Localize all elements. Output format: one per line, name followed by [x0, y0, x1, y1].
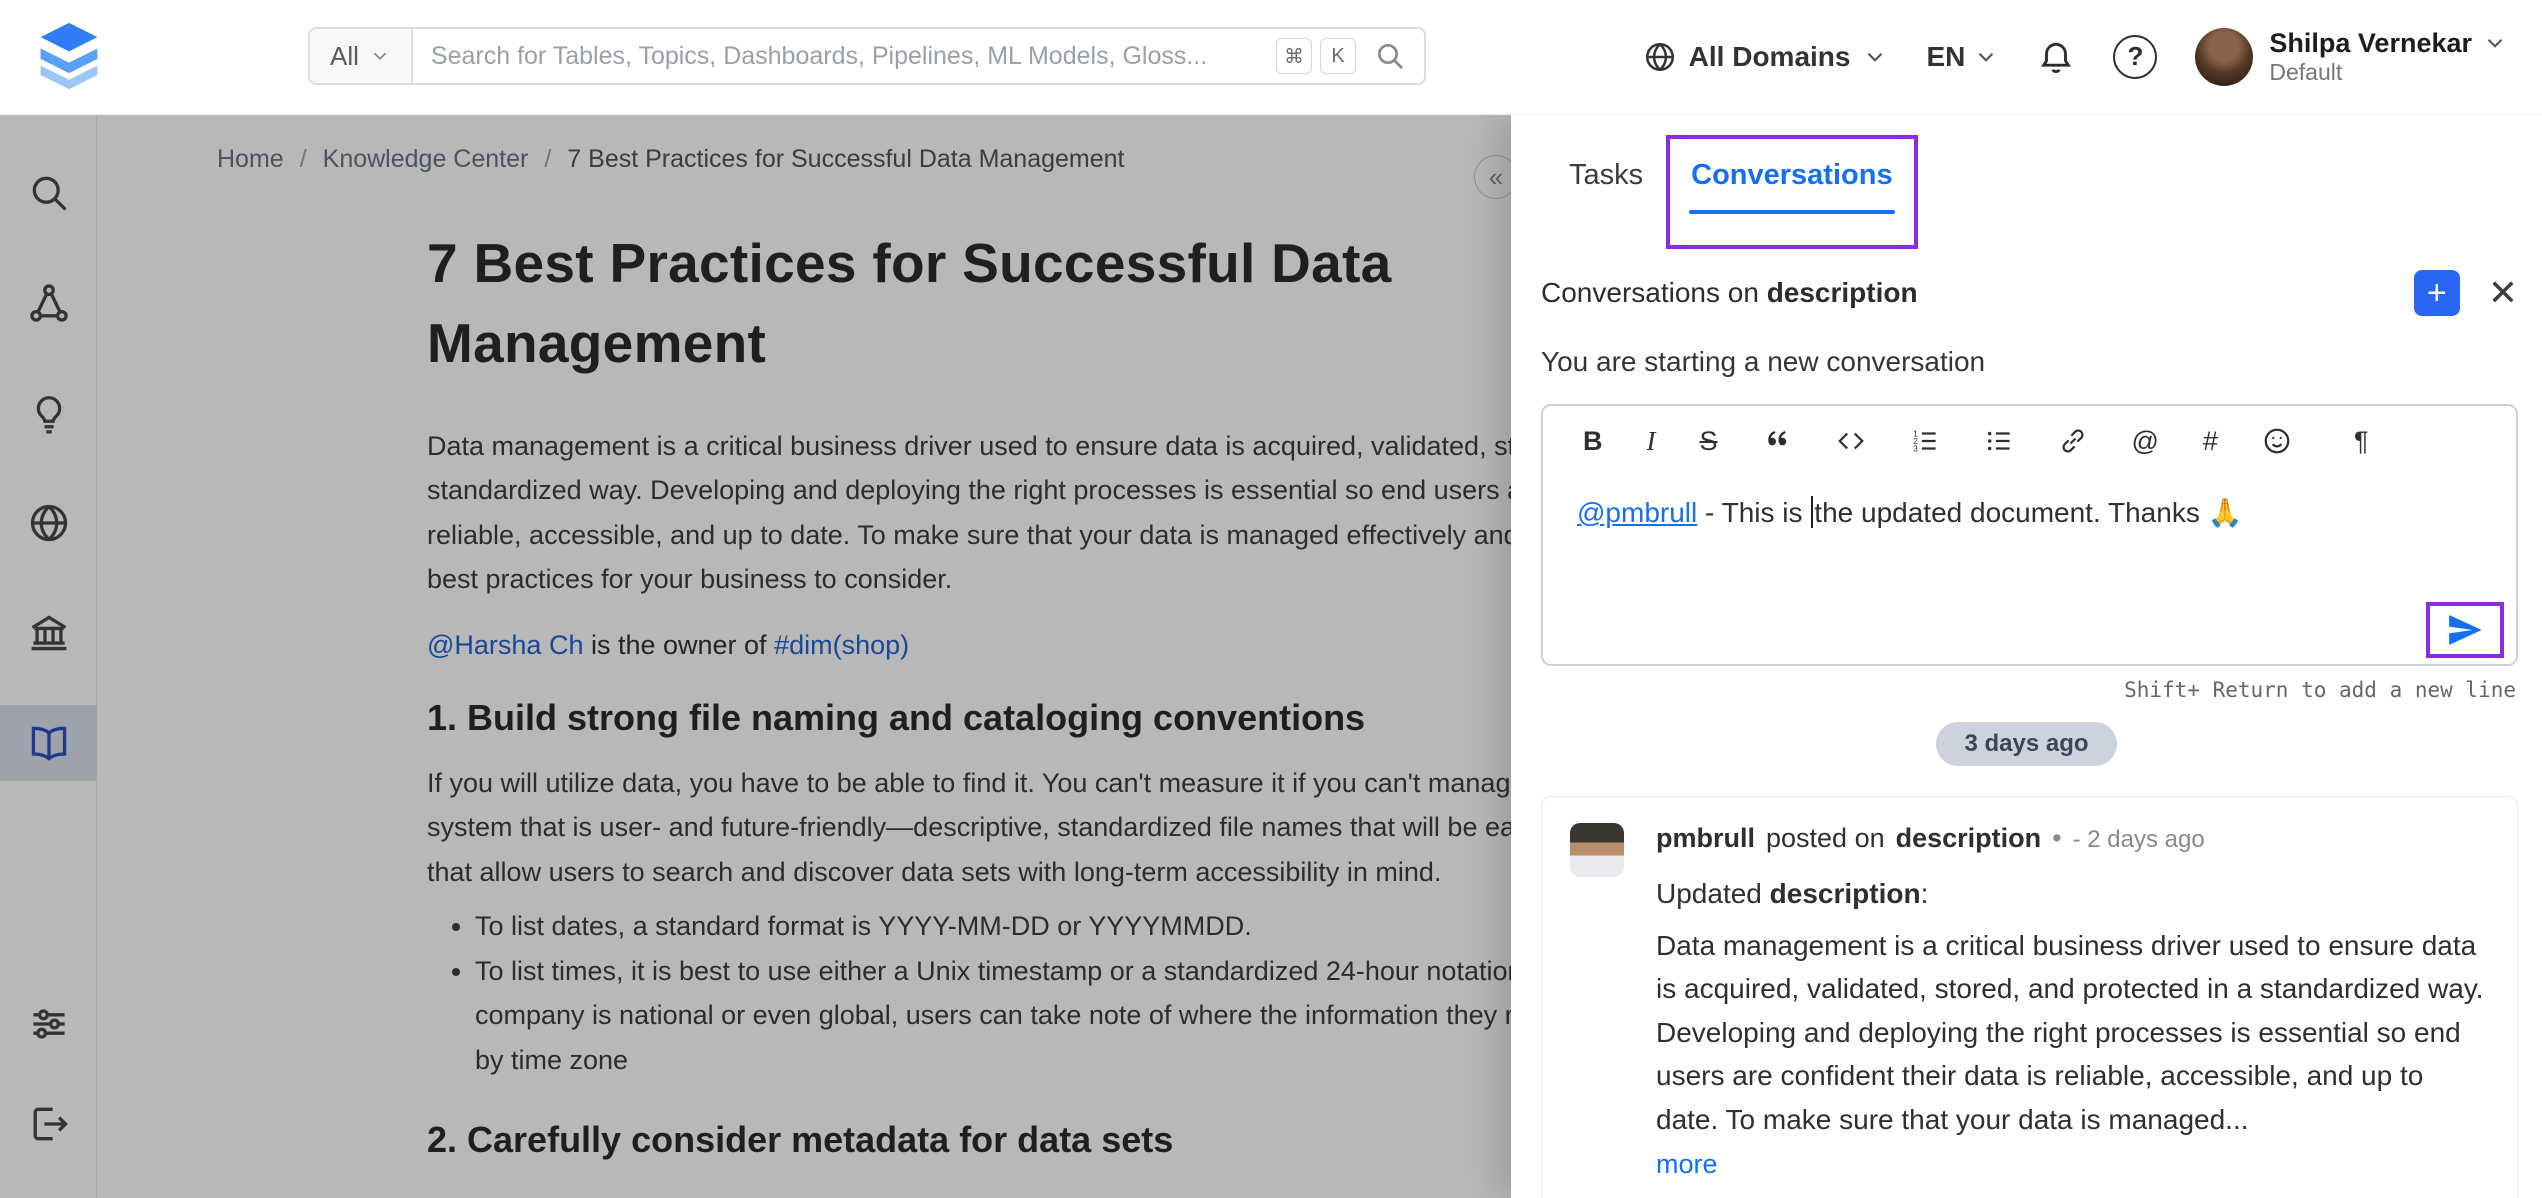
feed-item[interactable]: pmbrull posted on description • - 2 days… [1541, 796, 2518, 1198]
feed-update-line: Updated description: [1656, 878, 2489, 910]
feed-meta: pmbrull posted on description • - 2 days… [1656, 823, 2489, 854]
editor-toolbar: B I S 123 [1543, 406, 2516, 456]
top-header: All ⌘ K All Domains EN ? [0, 0, 2542, 115]
emoji-icon[interactable] [2262, 426, 2292, 456]
tab-conversations[interactable]: Conversations [1691, 159, 1892, 208]
add-conversation-button[interactable]: + [2414, 270, 2460, 316]
more-link[interactable]: more [1656, 1149, 1718, 1180]
header-actions: All Domains EN ? Shilpa Vernekar Default [1643, 27, 2542, 87]
activity-panel: Tasks Conversations Conversations on des… [1511, 115, 2542, 1198]
panel-tabs: Tasks Conversations [1511, 115, 2542, 208]
help-button[interactable]: ? [2113, 35, 2157, 79]
user-team: Default [2269, 59, 2508, 87]
bold-icon[interactable]: B [1583, 428, 1603, 455]
cmd-keycap: ⌘ [1276, 38, 1312, 74]
tab-tasks[interactable]: Tasks [1569, 159, 1643, 208]
panel-title-field: description [1767, 277, 1918, 308]
blockquote-icon[interactable] [1762, 426, 1792, 456]
pmbrull-avatar [1570, 823, 1624, 877]
message-editor[interactable]: B I S 123 [1541, 404, 2518, 666]
plus-icon: + [2427, 276, 2447, 310]
language-selector[interactable]: EN [1926, 41, 1999, 73]
app-root: All ⌘ K All Domains EN ? [0, 0, 2542, 1198]
feed-author[interactable]: pmbrull [1656, 823, 1755, 854]
italic-icon[interactable]: I [1647, 428, 1656, 455]
editor-hint: Shift+ Return to add a new line [1511, 678, 2516, 702]
bullet-list-icon[interactable] [1984, 426, 2014, 456]
feed-action: posted on [1766, 823, 1885, 854]
k-keycap: K [1320, 38, 1356, 74]
help-icon: ? [2127, 41, 2143, 72]
domains-selector[interactable]: All Domains [1643, 40, 1889, 74]
strikethrough-icon[interactable]: S [1700, 428, 1718, 455]
notifications-bell-icon[interactable] [2037, 38, 2075, 76]
panel-title: Conversations on description [1541, 277, 1918, 309]
search-icon[interactable] [1374, 40, 1406, 72]
feed-field: description [1896, 823, 2042, 854]
panel-header-row: Conversations on description + ✕ [1541, 270, 2518, 316]
ordered-list-icon[interactable]: 123 [1910, 426, 1940, 456]
time-separator: 3 days ago [1511, 722, 2542, 766]
svg-text:3: 3 [1913, 444, 1918, 453]
close-panel-button[interactable]: ✕ [2488, 272, 2518, 314]
send-button[interactable] [2445, 610, 2485, 650]
chevron-down-icon [369, 45, 391, 67]
globe-icon [1643, 40, 1677, 74]
domains-label: All Domains [1689, 41, 1851, 73]
language-label: EN [1926, 41, 1965, 73]
search-input[interactable] [413, 42, 1276, 71]
annotation-box-send [2426, 602, 2504, 658]
link-icon[interactable] [2058, 426, 2088, 456]
panel-title-prefix: Conversations on [1541, 277, 1767, 308]
time-separator-pill: 3 days ago [1936, 722, 2116, 766]
chevron-down-icon [1862, 44, 1888, 70]
chevron-down-icon [1973, 44, 1999, 70]
user-info: Shilpa Vernekar Default [2269, 27, 2508, 87]
workspace: Home / Knowledge Center / 7 Best Practic… [0, 115, 2542, 1198]
new-conversation-note: You are starting a new conversation [1541, 346, 2518, 378]
user-avatar [2195, 28, 2253, 86]
global-search: All ⌘ K [308, 27, 1426, 85]
feed-dot: • [2052, 823, 2061, 854]
close-icon: ✕ [2488, 272, 2518, 313]
text-cursor [1811, 496, 1813, 528]
paragraph-icon[interactable]: ¶ [2354, 428, 2369, 455]
user-menu[interactable]: Shilpa Vernekar Default [2195, 27, 2508, 87]
feed-update-prefix: Updated [1656, 878, 1770, 909]
mention-icon[interactable]: @ [2132, 428, 2159, 455]
editor-text[interactable]: @pmbrull - This is the updated document.… [1543, 456, 2516, 529]
editor-message-after: the updated document. Thanks 🙏 [1814, 497, 2242, 528]
search-scope-dropdown[interactable]: All [310, 29, 413, 83]
feed-timestamp: - 2 days ago [2073, 826, 2205, 854]
app-logo[interactable] [30, 21, 110, 93]
code-block-icon[interactable] [1836, 426, 1866, 456]
editor-mention-link[interactable]: @pmbrull [1577, 497, 1697, 528]
feed-update-suffix: : [1921, 878, 1929, 909]
chevron-down-icon [2482, 30, 2508, 56]
feed-body: pmbrull posted on description • - 2 days… [1656, 823, 2489, 1180]
hashtag-icon[interactable]: # [2203, 428, 2218, 455]
user-name: Shilpa Vernekar [2269, 27, 2472, 59]
editor-message-before: - This is [1697, 497, 1810, 528]
feed-text: Data management is a critical business d… [1656, 924, 2489, 1141]
search-scope-label: All [330, 41, 359, 72]
feed-update-field: description [1770, 878, 1921, 909]
